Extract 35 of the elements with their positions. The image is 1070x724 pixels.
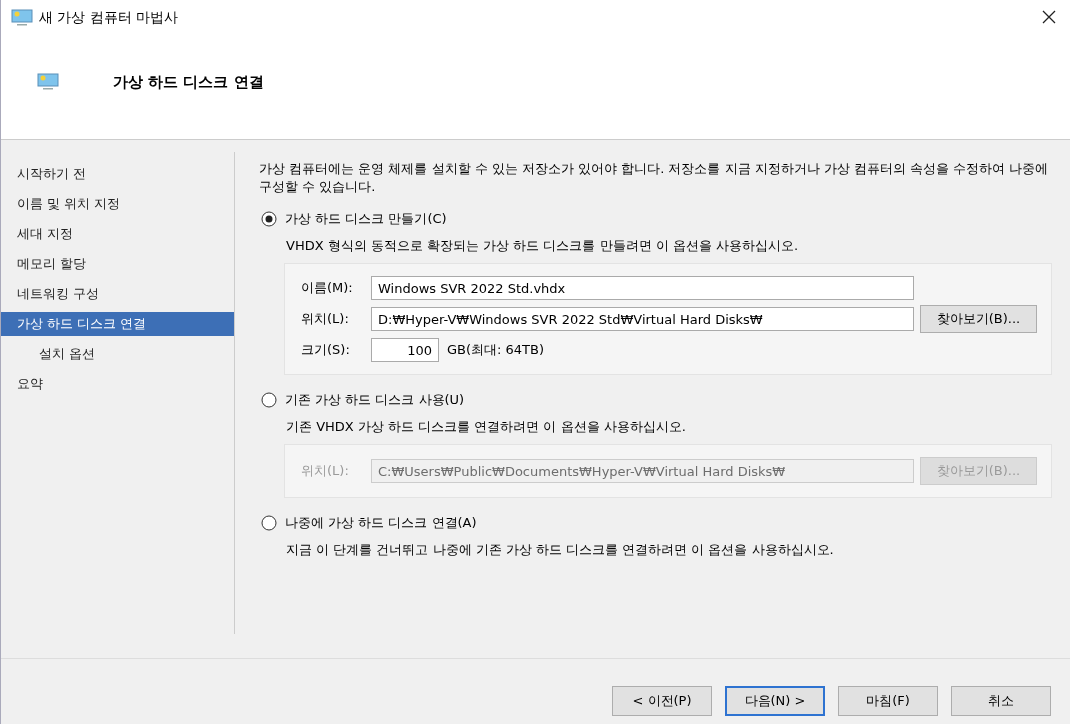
option-description: VHDX 형식의 동적으로 확장되는 가상 하드 디스크를 만들려면 이 옵션을 사용하십시오.: [286, 237, 800, 255]
wizard-button[interactable]: < 이전(P): [612, 686, 712, 716]
wizard-icon: [37, 72, 59, 91]
size-unit: GB(최대: 64TB): [447, 341, 545, 359]
field-label: 이름(M):: [301, 279, 354, 297]
window-title: 새 가상 컴퓨터 마법사: [39, 9, 180, 27]
field-label: 크기(S):: [301, 341, 351, 359]
option-description: 기존 VHDX 가상 하드 디스크를 연결하려면 이 옵션을 사용하십시오.: [286, 418, 687, 436]
option-label: 가상 하드 디스크 만들기(C): [285, 210, 447, 228]
app-icon: [11, 9, 33, 27]
sidebar-item[interactable]: 메모리 할당: [1, 252, 234, 276]
location-field[interactable]: D:₩Hyper-V₩Windows SVR 2022 Std₩Virtual Hard Disks₩: [371, 307, 914, 331]
option-label: 기존 가상 하드 디스크 사용(U): [285, 391, 465, 409]
field-label: 위치(L):: [301, 462, 350, 480]
page-heading: 가상 하드 디스크 연결: [113, 73, 264, 92]
sidebar-item[interactable]: 가상 하드 디스크 연결: [1, 312, 234, 336]
wizard-button[interactable]: 마침(F): [838, 686, 938, 716]
sidebar-item[interactable]: 시작하기 전: [1, 162, 234, 186]
radio-button[interactable]: [261, 515, 277, 531]
sidebar-item[interactable]: 이름 및 위치 지정: [1, 192, 234, 216]
browse-button[interactable]: 찾아보기(B)...: [920, 305, 1037, 333]
sidebar-item[interactable]: 세대 지정: [1, 222, 234, 246]
field-label: 위치(L):: [301, 310, 350, 328]
close-icon[interactable]: [1042, 9, 1056, 24]
wizard-button[interactable]: 다음(N) >: [725, 686, 825, 716]
option-label: 나중에 가상 하드 디스크 연결(A): [285, 514, 477, 532]
sidebar-item[interactable]: 네트워킹 구성: [1, 282, 234, 306]
radio-button[interactable]: [261, 211, 277, 227]
sidebar-item[interactable]: 요약: [1, 372, 234, 396]
intro-text: 가상 컴퓨터에는 운영 체제를 설치할 수 있는 저장소가 있어야 합니다. 저장소를 지금 지정하거나 가상 컴퓨터의 속성을 수정하여 나중에 구성할 수 있습니다.: [259, 160, 1050, 196]
sidebar-item[interactable]: 설치 옵션: [1, 342, 234, 366]
wizard-button[interactable]: 취소: [951, 686, 1051, 716]
name-field[interactable]: Windows SVR 2022 Std.vhdx: [371, 276, 914, 300]
size-field[interactable]: 100: [371, 338, 439, 362]
option-description: 지금 이 단계를 건너뛰고 나중에 기존 가상 하드 디스크를 연결하려면 이 옵션을 사용하십시오.: [286, 541, 835, 559]
